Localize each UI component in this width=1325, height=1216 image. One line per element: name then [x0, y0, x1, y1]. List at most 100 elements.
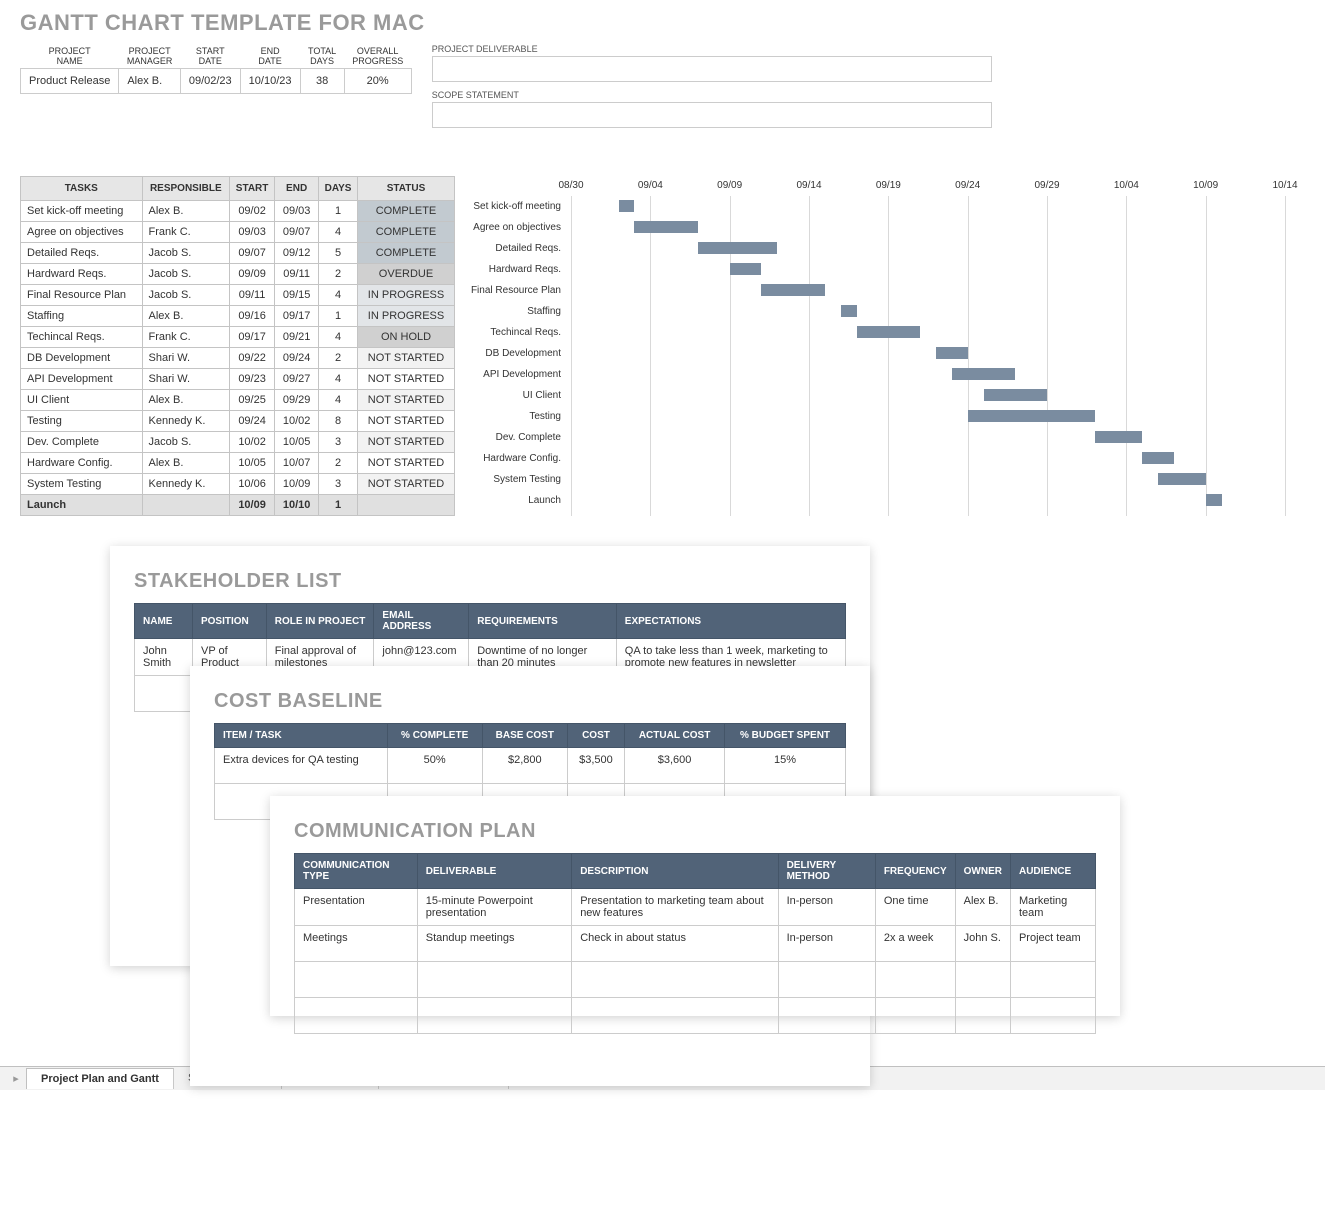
card-cell: [417, 998, 571, 1034]
table-row[interactable]: Set kick-off meetingAlex B.09/0209/031CO…: [21, 201, 455, 222]
table-row[interactable]: Launch10/0910/101: [21, 495, 455, 516]
gantt-bar: [1158, 473, 1206, 485]
card-header: BASE COST: [482, 724, 567, 748]
table-row[interactable]: System TestingKennedy K.10/0610/093NOT S…: [21, 474, 455, 495]
tasks-header: DAYS: [319, 177, 358, 201]
gantt-row: DB Development: [571, 343, 1285, 364]
summary-cell[interactable]: Alex B.: [119, 69, 181, 94]
gantt-row: Testing: [571, 406, 1285, 427]
card-header: COST: [567, 724, 624, 748]
task-end-cell: 10/09: [275, 474, 319, 495]
gantt-row: System Testing: [571, 469, 1285, 490]
task-end-cell: 09/27: [275, 369, 319, 390]
task-end-cell: 10/07: [275, 453, 319, 474]
task-status-cell: NOT STARTED: [358, 453, 455, 474]
tasks-header: STATUS: [358, 177, 455, 201]
gantt-row: API Development: [571, 364, 1285, 385]
task-days-cell: 2: [319, 453, 358, 474]
card-cell: 50%: [387, 748, 482, 784]
task-days-cell: 3: [319, 474, 358, 495]
card-cell: [295, 998, 418, 1034]
gantt-row-label: System Testing: [461, 474, 565, 485]
table-row[interactable]: DB DevelopmentShari W.09/2209/242NOT STA…: [21, 348, 455, 369]
gantt-axis-label: 09/29: [1034, 180, 1059, 191]
task-start-cell: 09/17: [230, 327, 275, 348]
card-cell: [572, 962, 778, 998]
summary-cell[interactable]: 38: [300, 69, 344, 94]
tasks-header: END: [275, 177, 319, 201]
task-status-cell: COMPLETE: [358, 243, 455, 264]
table-row[interactable]: StaffingAlex B.09/1609/171IN PROGRESS: [21, 306, 455, 327]
gantt-bar: [857, 326, 920, 338]
gantt-bar: [761, 284, 824, 296]
table-row[interactable]: UI ClientAlex B.09/2509/294NOT STARTED: [21, 390, 455, 411]
table-row[interactable]: Detailed Reqs.Jacob S.09/0709/125COMPLET…: [21, 243, 455, 264]
card-cell: [295, 962, 418, 998]
gantt-bar: [698, 242, 777, 254]
task-name-cell: Set kick-off meeting: [21, 201, 143, 222]
task-resp-cell: Jacob S.: [142, 264, 230, 285]
table-row[interactable]: Hardware Config.Alex B.10/0510/072NOT ST…: [21, 453, 455, 474]
card-title: COMMUNICATION PLAN: [294, 820, 1096, 843]
table-row[interactable]: [295, 962, 1096, 998]
task-days-cell: 4: [319, 327, 358, 348]
gantt-row-label: Hardward Reqs.: [461, 264, 565, 275]
table-row[interactable]: Final Resource PlanJacob S.09/1109/154IN…: [21, 285, 455, 306]
task-resp-cell: Jacob S.: [142, 243, 230, 264]
card-cell: [955, 998, 1010, 1034]
gantt-row: Final Resource Plan: [571, 280, 1285, 301]
scope-input[interactable]: [432, 102, 992, 128]
card-cell: 15%: [725, 748, 846, 784]
gantt-axis-label: 09/14: [796, 180, 821, 191]
deliverable-input[interactable]: [432, 56, 992, 82]
tasks-table: TASKSRESPONSIBLESTARTENDDAYSSTATUS Set k…: [20, 176, 455, 516]
table-row[interactable]: Agree on objectivesFrank C.09/0309/074CO…: [21, 222, 455, 243]
task-end-cell: 09/07: [275, 222, 319, 243]
card-header: DELIVERY METHOD: [778, 854, 875, 889]
card-header: DESCRIPTION: [572, 854, 778, 889]
summary-cell[interactable]: Product Release: [21, 69, 119, 94]
scope-label: SCOPE STATEMENT: [432, 90, 992, 100]
table-row[interactable]: [295, 998, 1096, 1034]
gantt-bar: [1206, 494, 1222, 506]
task-days-cell: 4: [319, 390, 358, 411]
tab-arrow-icon[interactable]: ▸: [6, 1072, 26, 1085]
table-row[interactable]: Dev. CompleteJacob S.10/0210/053NOT STAR…: [21, 432, 455, 453]
gantt-row-label: Set kick-off meeting: [461, 201, 565, 212]
table-row[interactable]: Techincal Reqs.Frank C.09/1709/214ON HOL…: [21, 327, 455, 348]
gantt-bar: [841, 305, 857, 317]
table-row[interactable]: Hardward Reqs.Jacob S.09/0909/112OVERDUE: [21, 264, 455, 285]
card-header: FREQUENCY: [875, 854, 955, 889]
table-row[interactable]: MeetingsStandup meetingsCheck in about s…: [295, 926, 1096, 962]
table-row[interactable]: TestingKennedy K.09/2410/028NOT STARTED: [21, 411, 455, 432]
card-cell: [135, 676, 193, 712]
gantt-row: Staffing: [571, 301, 1285, 322]
card-cell: Alex B.: [955, 889, 1010, 926]
task-name-cell: Dev. Complete: [21, 432, 143, 453]
task-status-cell: COMPLETE: [358, 201, 455, 222]
table-row[interactable]: Extra devices for QA testing50%$2,800$3,…: [215, 748, 846, 784]
task-name-cell: Hardward Reqs.: [21, 264, 143, 285]
task-end-cell: 10/05: [275, 432, 319, 453]
gantt-chart: 08/3009/0409/0909/1409/1909/2409/2910/04…: [471, 176, 1305, 516]
card-cell: Presentation: [295, 889, 418, 926]
summary-cell[interactable]: 09/02/23: [180, 69, 240, 94]
task-status-cell: NOT STARTED: [358, 369, 455, 390]
table-row[interactable]: API DevelopmentShari W.09/2309/274NOT ST…: [21, 369, 455, 390]
task-resp-cell: Alex B.: [142, 453, 230, 474]
sheet-tab[interactable]: Project Plan and Gantt: [26, 1068, 174, 1089]
card-cell: [1010, 998, 1095, 1034]
gantt-row: Dev. Complete: [571, 427, 1285, 448]
table-row[interactable]: Presentation15-minute Powerpoint present…: [295, 889, 1096, 926]
summary-cell[interactable]: 10/10/23: [240, 69, 300, 94]
card-title: COST BASELINE: [214, 690, 846, 713]
card-cell: John Smith: [135, 639, 193, 676]
summary-cell[interactable]: 20%: [344, 69, 411, 94]
task-end-cell: 09/29: [275, 390, 319, 411]
task-status-cell: OVERDUE: [358, 264, 455, 285]
task-end-cell: 10/10: [275, 495, 319, 516]
task-resp-cell: Kennedy K.: [142, 474, 230, 495]
gantt-axis-label: 10/14: [1272, 180, 1297, 191]
deliverable-label: PROJECT DELIVERABLE: [432, 44, 992, 54]
card-cell: [572, 998, 778, 1034]
